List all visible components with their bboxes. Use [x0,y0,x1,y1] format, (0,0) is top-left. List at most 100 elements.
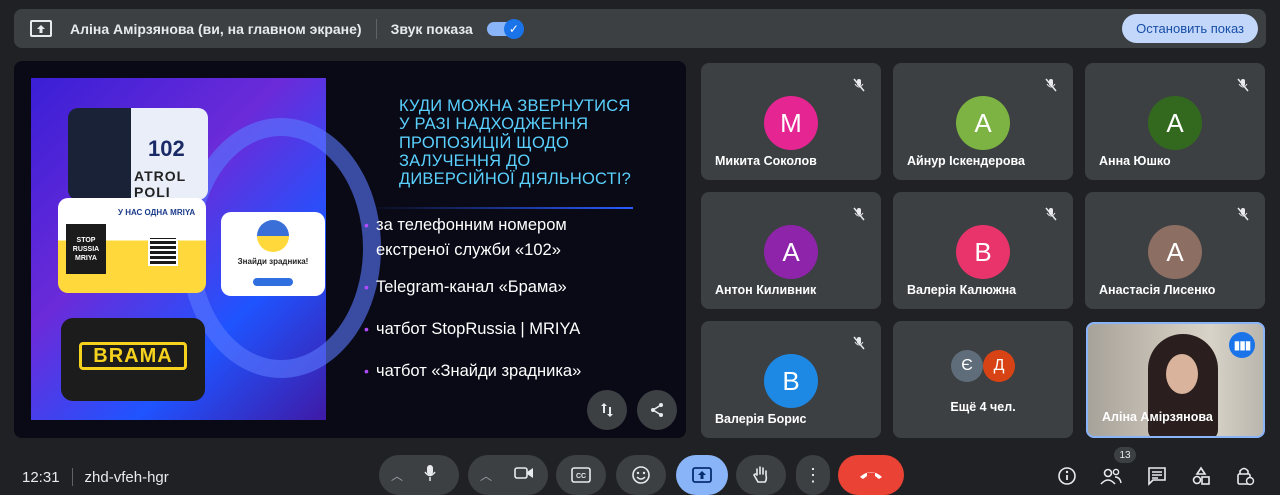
bullet-line: за телефонним номером [376,216,567,234]
participant-name: Валерія Калюжна [907,283,1017,297]
videocam-icon[interactable] [514,466,534,485]
clock: 12:31 [22,468,60,486]
qr-code [148,236,178,266]
mriya-stop-logo: STOP RUSSIA MRIYA [66,224,106,274]
people-count-badge: 13 [1114,447,1136,463]
brama-logo: BRAMA [79,342,187,370]
people-icon [1100,468,1122,485]
info-icon [1058,467,1076,485]
emoji-button[interactable] [616,455,666,495]
bullet-item: чатбот StopRussia | MRIYA [364,317,581,342]
participant-tile[interactable]: А Анна Юшко [1085,63,1265,180]
zradnyk-title: Знайди зрадника! [237,257,309,266]
slide-title-line: ПРОПОЗИЦІЙ ЩОДО [399,133,570,152]
slide-bullets: за телефонним номером екстреної служби «… [364,213,581,401]
mriya-heading: У НАС ОДНА MRIYA [118,208,196,217]
sound-toggle[interactable]: ✓ [486,18,524,39]
chevron-up-icon[interactable]: ︿ [391,467,403,484]
mic-icon[interactable] [423,464,437,487]
participant-name: Анастасія Лисенко [1099,283,1216,297]
avatar: Д [983,350,1015,382]
chevron-up-icon[interactable]: ︿ [480,467,492,484]
participant-tile[interactable]: М Микита Соколов [701,63,881,180]
participant-tile[interactable]: В Валерія Калюжна [893,192,1073,309]
bullet-item: Telegram-канал «Брама» [364,275,581,300]
slide-title-line: ЗАЛУЧЕННЯ ДО [399,151,531,170]
present-button[interactable] [676,455,728,495]
mic-off-icon [849,75,869,95]
meeting-info: 12:31 zhd-vfeh-hgr [22,468,169,486]
participant-tile[interactable]: В Валерія Борис [701,321,881,438]
info-button[interactable] [1054,463,1080,489]
more-participants-label: Ещё 4 чел. [950,400,1016,414]
slide-divider [365,207,633,209]
avatar: В [764,354,818,408]
sound-label: Звук показа [390,20,473,37]
bullet-line: екстреної служби «102» [376,241,561,259]
call-end-icon [860,472,882,479]
self-video-tile[interactable]: ▮▮▮ Аліна Амірзянова [1086,322,1265,438]
avatar: А [1148,225,1202,279]
participant-tile[interactable]: А Анастасія Лисенко [1085,192,1265,309]
police-text: ATROL POLI [134,168,186,200]
raise-hand-button[interactable] [736,455,786,495]
activities-icon [1192,466,1210,485]
emoji-icon [632,466,650,484]
zradnyk-button [253,278,293,286]
zradnyk-image: Знайди зрадника! [221,212,325,296]
participant-name: Айнур Іскендерова [907,154,1025,168]
leave-call-button[interactable] [838,455,904,495]
participant-name: Анна Юшко [1099,154,1171,168]
presentation-bar: Аліна Амірзянова (ви, на главном экране)… [14,9,1266,48]
ukraine-emblem-icon [257,220,289,252]
participant-name: Микита Соколов [715,154,817,168]
slide-image-panel: 102 ATROL POLI У НАС ОДНА MRIYA STOP RUS… [31,78,381,420]
shared-slide: 102 ATROL POLI У НАС ОДНА MRIYA STOP RUS… [14,61,686,438]
police-number: 102 [148,136,185,161]
slide-title-line: ДИВЕРСІЙНОЇ ДІЯЛЬНОСТІ? [399,170,632,189]
host-controls-button[interactable] [1232,463,1258,489]
participant-name: Валерія Борис [715,412,807,426]
mic-off-icon [849,204,869,224]
camera-control-group: ︿ [468,455,548,495]
more-participants-tile[interactable]: Є Д Ещё 4 чел. [893,321,1073,438]
participant-tile[interactable]: А Айнур Іскендерова [893,63,1073,180]
more-options-button[interactable]: ⋮ [796,455,830,495]
avatar: Є [951,350,983,382]
host-controls-icon [1237,467,1255,486]
mic-off-icon [849,333,869,353]
people-button[interactable] [1098,463,1124,489]
activities-button[interactable] [1188,463,1214,489]
check-icon: ✓ [503,18,524,39]
present-icon [692,467,712,483]
swap-layout-button[interactable] [587,390,627,430]
participant-name: Аліна Амірзянова [1102,410,1213,424]
present-to-all-icon [30,20,52,37]
mic-off-icon [1041,75,1061,95]
divider [71,468,73,486]
bullet-item: чатбот «Знайди зрадника» [364,359,581,384]
avatar: М [764,96,818,150]
share-button[interactable] [637,390,677,430]
stop-presenting-button[interactable]: Остановить показ [1122,14,1258,43]
slide-title-line: У РАЗІ НАДХОДЖЕННЯ [399,115,589,134]
police-image: 102 ATROL POLI [68,108,208,200]
mriya-image: У НАС ОДНА MRIYA STOP RUSSIA MRIYA [58,198,206,293]
avatar: А [1148,96,1202,150]
more-vert-icon: ⋮ [804,465,822,485]
closed-caption-icon: CC [571,467,591,483]
divider [375,18,377,39]
mic-off-icon [1233,75,1253,95]
chat-button[interactable] [1144,463,1170,489]
brama-image: BRAMA [61,318,205,401]
share-icon [651,403,663,417]
raise-hand-icon [753,466,768,483]
captions-button[interactable]: CC [556,455,606,495]
bullet-item: за телефонним номером екстреної служби «… [364,213,581,263]
mic-control-group: ︿ [379,455,459,495]
meeting-code: zhd-vfeh-hgr [84,468,169,486]
chat-icon [1148,467,1166,486]
participant-tile[interactable]: А Антон Киливник [701,192,881,309]
speaking-indicator-icon: ▮▮▮ [1229,332,1255,358]
participant-name: Антон Киливник [715,283,817,297]
